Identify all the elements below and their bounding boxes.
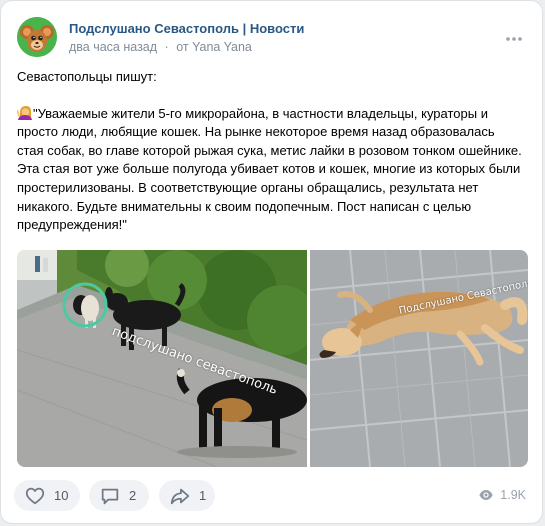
post-photo-dogs-street[interactable]: подслушано севастополь xyxy=(17,250,307,467)
heart-icon xyxy=(25,487,45,504)
like-count: 10 xyxy=(54,488,69,503)
post-body-paragraph: "Уважаемые жители 5-го микрорайона, в ча… xyxy=(16,105,522,235)
source-prefix: от xyxy=(176,40,189,54)
community-name[interactable]: Подслушано Севастополь | Новости xyxy=(69,21,304,36)
share-arrow-icon xyxy=(170,488,190,504)
post-time[interactable]: два часа назад xyxy=(69,40,157,54)
post-photo-dog-pavement[interactable]: Подслушано Севастополь xyxy=(310,250,528,467)
comment-count: 2 xyxy=(129,488,137,503)
post-body: "Уважаемые жители 5-го микрорайона, в ча… xyxy=(17,105,522,233)
more-dots-icon[interactable] xyxy=(504,29,524,49)
meta-separator: · xyxy=(164,40,169,54)
source-author[interactable]: Yana Yana xyxy=(192,40,252,54)
person-gesturing-emoji-icon xyxy=(16,105,33,120)
view-count: 1.9K xyxy=(500,488,526,502)
post-intro: Севастопольцы пишут: xyxy=(17,69,157,84)
post-meta: два часа назад · от Yana Yana xyxy=(69,40,252,54)
view-counter: 1.9K xyxy=(478,487,526,503)
community-avatar[interactable] xyxy=(17,17,57,57)
post-card: Подслушано Севастополь | Новости два час… xyxy=(0,0,543,524)
comment-button[interactable]: 2 xyxy=(89,480,149,511)
eye-icon xyxy=(479,490,493,500)
share-count: 1 xyxy=(199,488,207,503)
like-button[interactable]: 10 xyxy=(14,480,80,511)
post-text: Севастопольцы пишут: "Уважаемые жители 5… xyxy=(16,68,522,235)
share-button[interactable]: 1 xyxy=(159,480,215,511)
comment-icon xyxy=(101,488,119,504)
